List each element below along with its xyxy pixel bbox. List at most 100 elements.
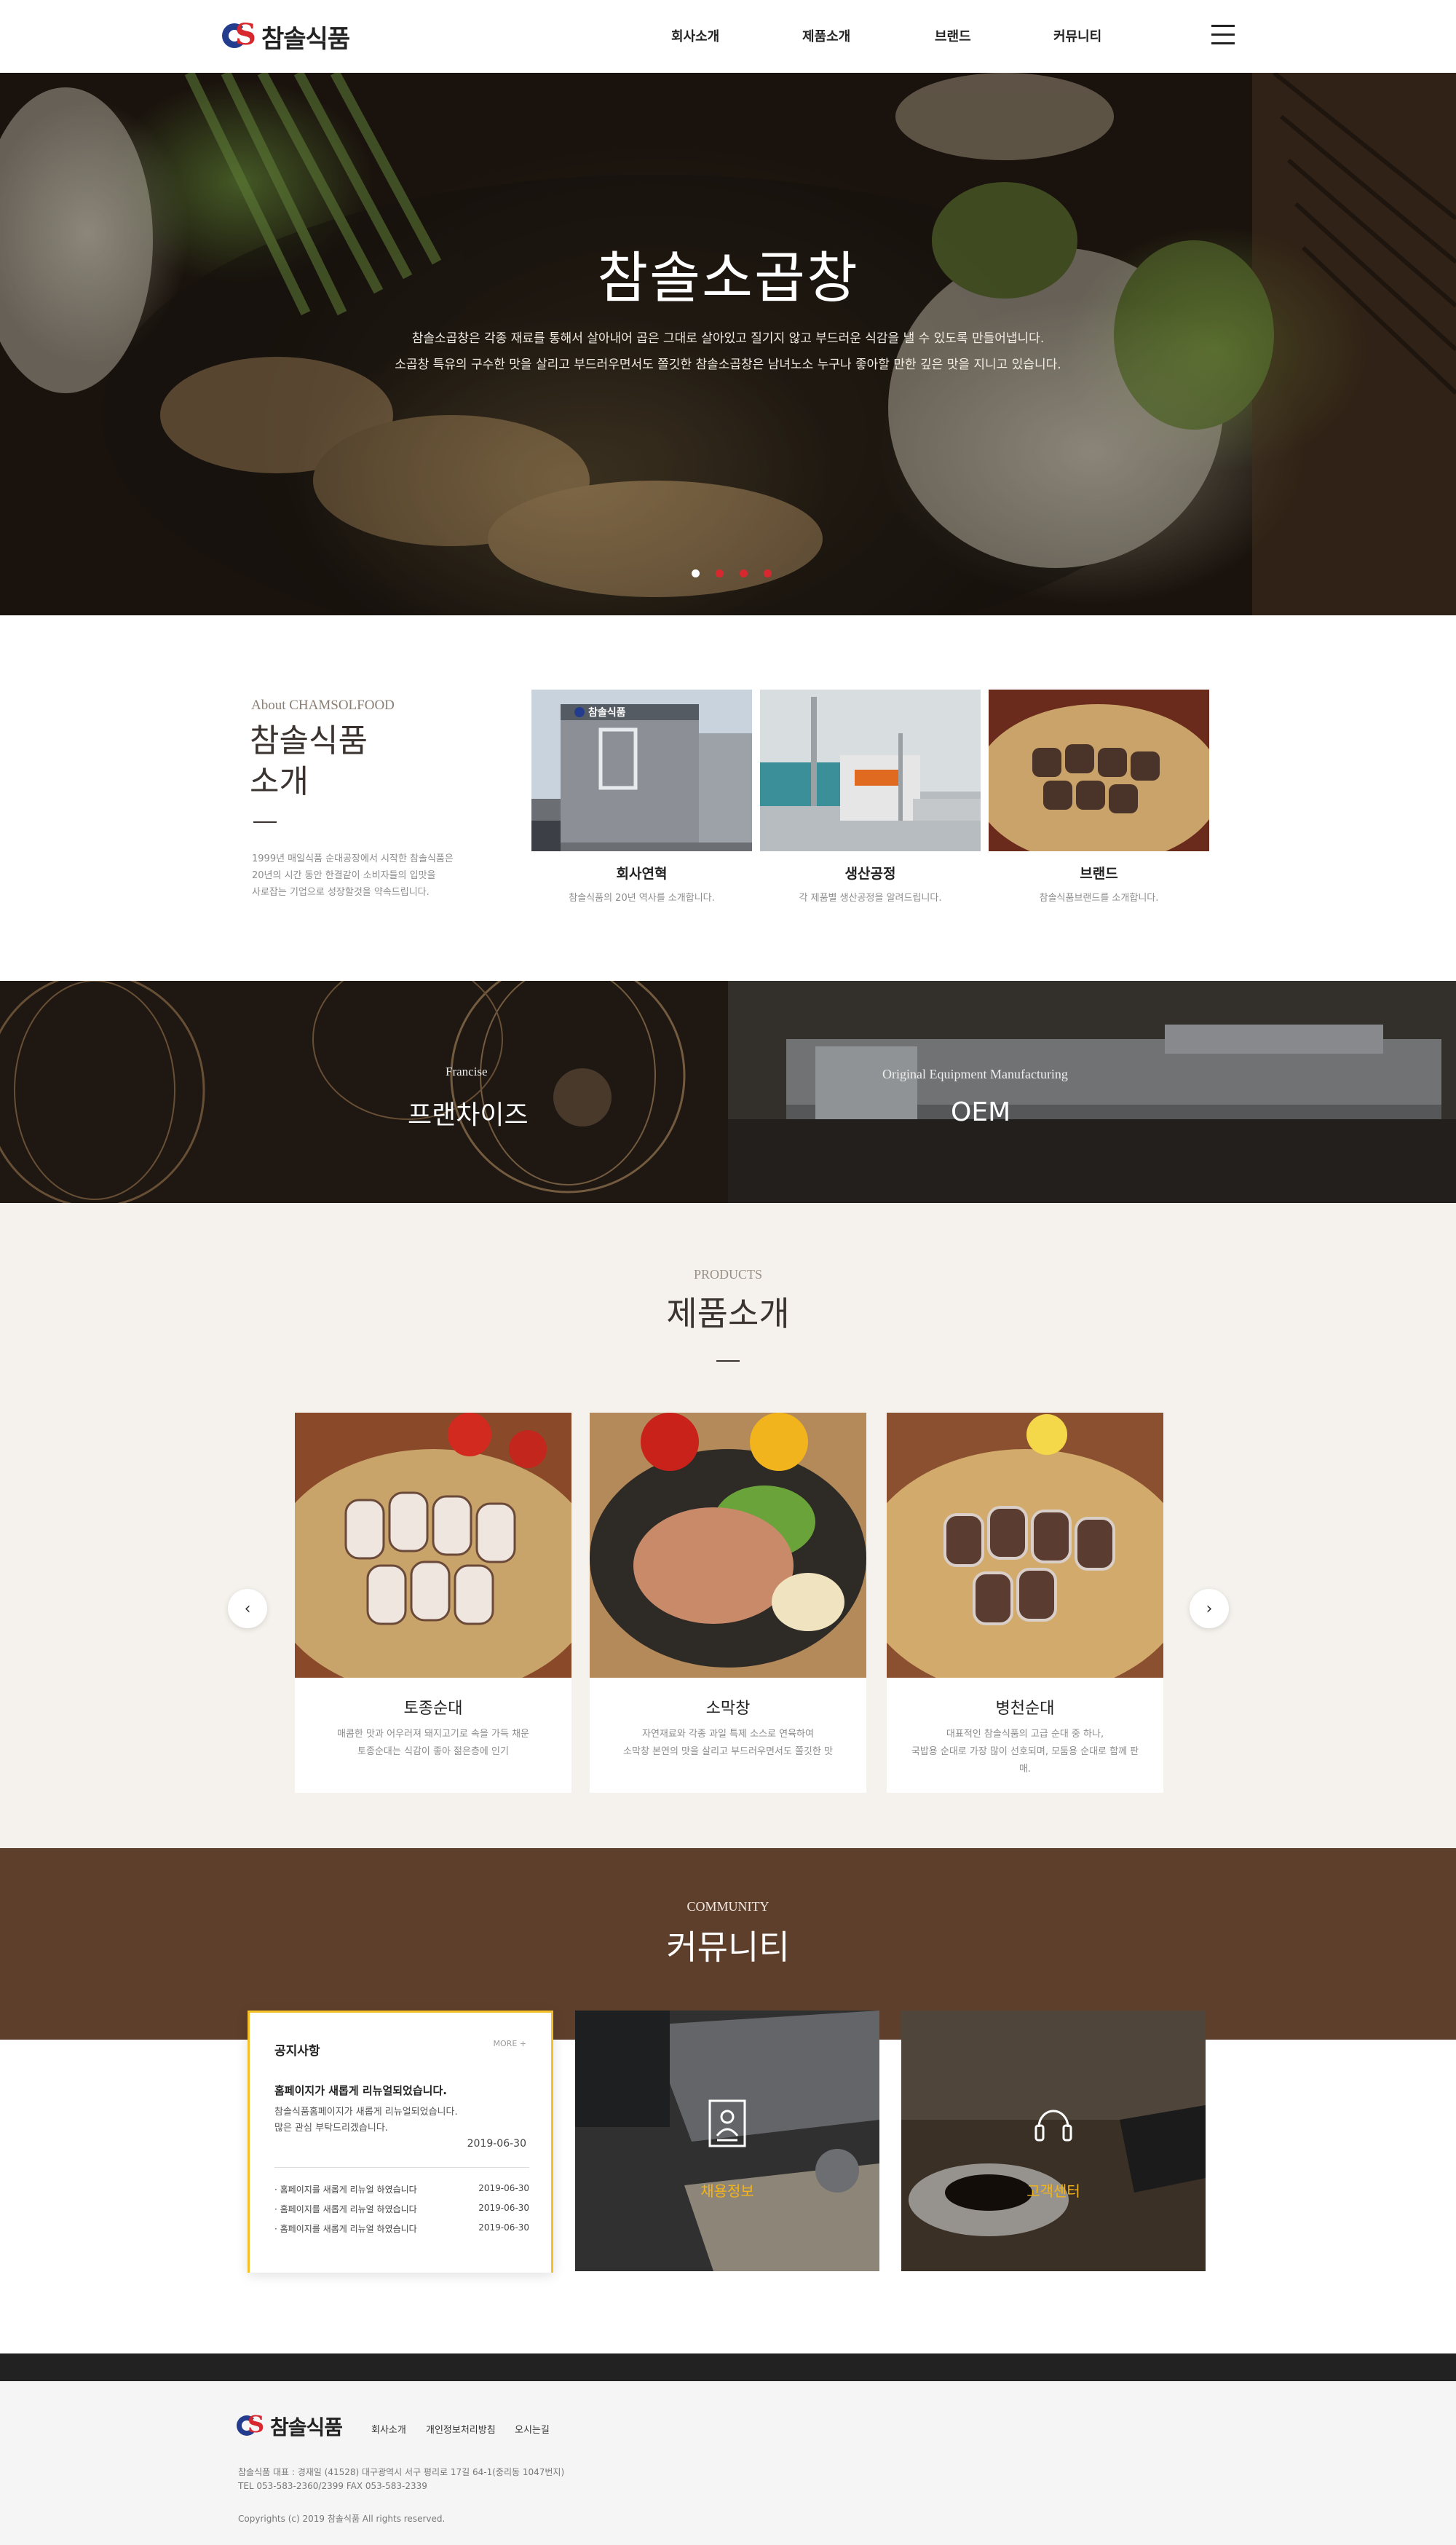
about-title: 참솔식품 소개 <box>250 721 432 802</box>
product-card[interactable]: 소막창 자연재료와 각종 과일 특제 소스로 연육하여 소막창 본연의 맛을 살… <box>590 1413 866 1793</box>
notice-row[interactable]: · 홈페이지를 새롭게 리뉴얼 하였습니다 2019-06-30 <box>274 2222 529 2235</box>
site-footer: S 참솔식품 회사소개 개인정보처리방침 오시는길 참솔식품 대표 : 경재일 … <box>0 2381 1456 2545</box>
about-card-history[interactable]: 참솔식품 회사연혁 참솔식품의 20년 역사를 소개합니다. <box>531 690 752 904</box>
prev-arrow-button[interactable]: ‹ <box>228 1589 267 1628</box>
site-header: S 참솔식품 회사소개 제품소개 브랜드 커뮤니티 <box>0 0 1456 73</box>
support-box[interactable]: 고객센터 <box>901 2011 1206 2271</box>
sundae-image <box>989 690 1209 851</box>
notice-heading: 공지사항 <box>274 2044 320 2059</box>
franchise-banner[interactable]: Francise 프랜차이즈 <box>0 981 728 1203</box>
product-desc-line: 매콤한 맛과 어우러져 돼지고기로 속을 가득 채운 <box>337 1729 529 1740</box>
products-title: 제품소개 <box>666 1294 790 1333</box>
footer-company-info: 참솔식품 대표 : 경재일 (41528) 대구광역시 서구 평리로 17길 6… <box>238 2467 565 2477</box>
notice-row[interactable]: · 홈페이지를 새롭게 리뉴얼 하였습니다 2019-06-30 <box>274 2183 529 2195</box>
chevron-right-icon: › <box>1206 1599 1213 1618</box>
oem-image <box>728 981 1456 1203</box>
franchise-subtitle: Francise <box>446 1065 488 1078</box>
product-desc-line: 국밥용 순대로 가장 많이 선호되며, 모둠용 순대로 함께 판매. <box>911 1746 1139 1775</box>
notice-row-title: · 홈페이지를 새롭게 리뉴얼 하였습니다 <box>274 2185 417 2195</box>
product-desc: 대표적인 참솔식품의 고급 순대 중 하나, 국밥용 순대로 가장 많이 선호되… <box>887 1726 1163 1778</box>
notice-highlight-text: 참솔식품홈페이지가 새롭게 리뉴얼되었습니다. 많은 관심 부탁드리겠습니다. <box>274 2104 529 2136</box>
about-title-line1: 참솔식품 <box>250 722 368 759</box>
slider-dots <box>692 569 788 577</box>
product-name: 병천순대 <box>995 1700 1055 1718</box>
slider-dot[interactable] <box>764 569 772 577</box>
notice-row-title: · 홈페이지를 새롭게 리뉴얼 하였습니다 <box>274 2224 417 2234</box>
slider-dot[interactable] <box>740 569 748 577</box>
divider <box>253 821 277 823</box>
products-section: PRODUCTS 제품소개 ‹ › 토종순대 매콤한 맛과 어우러져 돼지고기로… <box>0 1203 1456 1848</box>
footer-top-bar <box>0 2353 1456 2381</box>
building-sign: 참솔식품 <box>588 707 626 719</box>
support-label: 고객센터 <box>1026 2182 1080 2200</box>
factory-image <box>760 690 981 851</box>
about-card-process[interactable]: 생산공정 각 제품별 생산공정을 알려드립니다. <box>760 690 981 904</box>
product-desc-line: 대표적인 참솔식품의 고급 순대 중 하나, <box>946 1729 1104 1740</box>
logo-mark-icon: S <box>237 2412 264 2439</box>
next-arrow-button[interactable]: › <box>1190 1589 1229 1628</box>
footer-logo[interactable]: S 참솔식품 <box>237 2412 343 2441</box>
oem-banner[interactable]: Original Equipment Manufacturing OEM <box>728 981 1456 1203</box>
product-desc-line: 토종순대는 식감이 좋아 젊은층에 인기 <box>357 1746 509 1757</box>
product-image <box>295 1413 571 1678</box>
headset-icon <box>1034 2110 1072 2142</box>
oem-subtitle: Original Equipment Manufacturing <box>882 1067 1068 1081</box>
about-card-desc: 참솔식품의 20년 역사를 소개합니다. <box>569 893 715 904</box>
franchise-title: 프랜차이즈 <box>408 1100 529 1130</box>
nav-community[interactable]: 커뮤니티 <box>1053 26 1101 45</box>
about-desc-line: 20년의 시간 동안 한결같이 소비자들의 입맛을 <box>252 870 436 881</box>
recruit-box[interactable]: 채용정보 <box>575 2011 879 2271</box>
notice-highlight-title[interactable]: 홈페이지가 새롭게 리뉴얼되었습니다. <box>274 2083 447 2098</box>
divider <box>274 2167 529 2168</box>
footer-link-privacy[interactable]: 개인정보처리방침 <box>426 2422 496 2436</box>
divider <box>716 1360 740 1362</box>
slider-dot[interactable] <box>716 569 724 577</box>
nav-brand[interactable]: 브랜드 <box>935 26 971 45</box>
footer-link-company[interactable]: 회사소개 <box>371 2422 406 2436</box>
product-name: 토종순대 <box>403 1700 463 1718</box>
notice-row-title: · 홈페이지를 새롭게 리뉴얼 하였습니다 <box>274 2204 417 2214</box>
footer-logo-text: 참솔식품 <box>270 2415 343 2439</box>
logo-text: 참솔식품 <box>261 24 350 54</box>
building-image: 참솔식품 <box>531 690 752 851</box>
footer-contact-info: TEL 053-583-2360/2399 FAX 053-583-2339 <box>238 2481 427 2491</box>
about-subtitle: About CHAMSOLFOOD <box>251 698 395 713</box>
product-desc: 자연재료와 각종 과일 특제 소스로 연육하여 소막창 본연의 맛을 살리고 부… <box>590 1726 866 1761</box>
nav-products[interactable]: 제품소개 <box>802 26 850 45</box>
about-card-title: 회사연혁 <box>616 866 668 882</box>
product-name: 소막창 <box>705 1700 751 1718</box>
product-card[interactable]: 토종순대 매콤한 맛과 어우러져 돼지고기로 속을 가득 채운 토종순대는 식감… <box>295 1413 571 1793</box>
product-desc-line: 자연재료와 각종 과일 특제 소스로 연육하여 <box>642 1729 814 1740</box>
about-desc-line: 1999년 매일식품 순대공장에서 시작한 참솔식품은 <box>252 853 454 864</box>
footer-link-location[interactable]: 오시는길 <box>515 2422 550 2436</box>
slider-dot[interactable] <box>692 569 700 577</box>
notice-highlight-date: 2019-06-30 <box>467 2138 526 2150</box>
product-image <box>887 1413 1163 1678</box>
about-card-desc: 참솔식품브랜드를 소개합니다. <box>1039 893 1159 904</box>
chevron-left-icon: ‹ <box>244 1599 251 1618</box>
product-card[interactable]: 병천순대 대표적인 참솔식품의 고급 순대 중 하나, 국밥용 순대로 가장 많… <box>887 1413 1163 1793</box>
footer-copyright: Copyrights (c) 2019 참솔식품 All rights rese… <box>238 2514 446 2524</box>
site-logo[interactable]: S 참솔식품 <box>222 20 350 54</box>
nav-company[interactable]: 회사소개 <box>671 26 719 45</box>
menu-icon[interactable] <box>1211 25 1235 47</box>
about-card-brand[interactable]: 브랜드 참솔식품브랜드를 소개합니다. <box>989 690 1209 904</box>
product-image <box>590 1413 866 1678</box>
hero-title: 참솔소곱창 <box>597 245 859 310</box>
notice-row-text: 홈페이지를 새롭게 리뉴얼 하였습니다 <box>280 2224 417 2234</box>
recruit-label: 채용정보 <box>700 2182 754 2200</box>
franchise-image <box>0 981 728 1203</box>
notice-highlight-line: 참솔식품홈페이지가 새롭게 리뉴얼되었습니다. <box>274 2107 458 2118</box>
product-desc: 매콤한 맛과 어우러져 돼지고기로 속을 가득 채운 토종순대는 식감이 좋아 … <box>295 1726 571 1761</box>
logo-mark-icon: S <box>222 20 256 51</box>
hero-desc-line1: 참솔소곱창은 각종 재료를 통해서 살아내어 곱은 그대로 살아있고 질기지 않… <box>411 331 1045 346</box>
notice-row-date: 2019-06-30 <box>478 2183 529 2193</box>
notice-more-link[interactable]: MORE + <box>494 2039 526 2048</box>
products-subtitle: PRODUCTS <box>693 1267 763 1282</box>
hero-banner: 참솔소곱창 참솔소곱창은 각종 재료를 통해서 살아내어 곱은 그대로 살아있고… <box>0 73 1456 615</box>
community-title: 커뮤니티 <box>666 1928 790 1967</box>
notice-row-text: 홈페이지를 새롭게 리뉴얼 하였습니다 <box>280 2185 417 2195</box>
about-card-title: 생산공정 <box>844 866 896 882</box>
hero-desc-line2: 소곱창 특유의 구수한 맛을 살리고 부드러우면서도 쫄깃한 참솔소곱창은 남녀… <box>395 358 1061 372</box>
notice-row[interactable]: · 홈페이지를 새롭게 리뉴얼 하였습니다 2019-06-30 <box>274 2203 529 2215</box>
